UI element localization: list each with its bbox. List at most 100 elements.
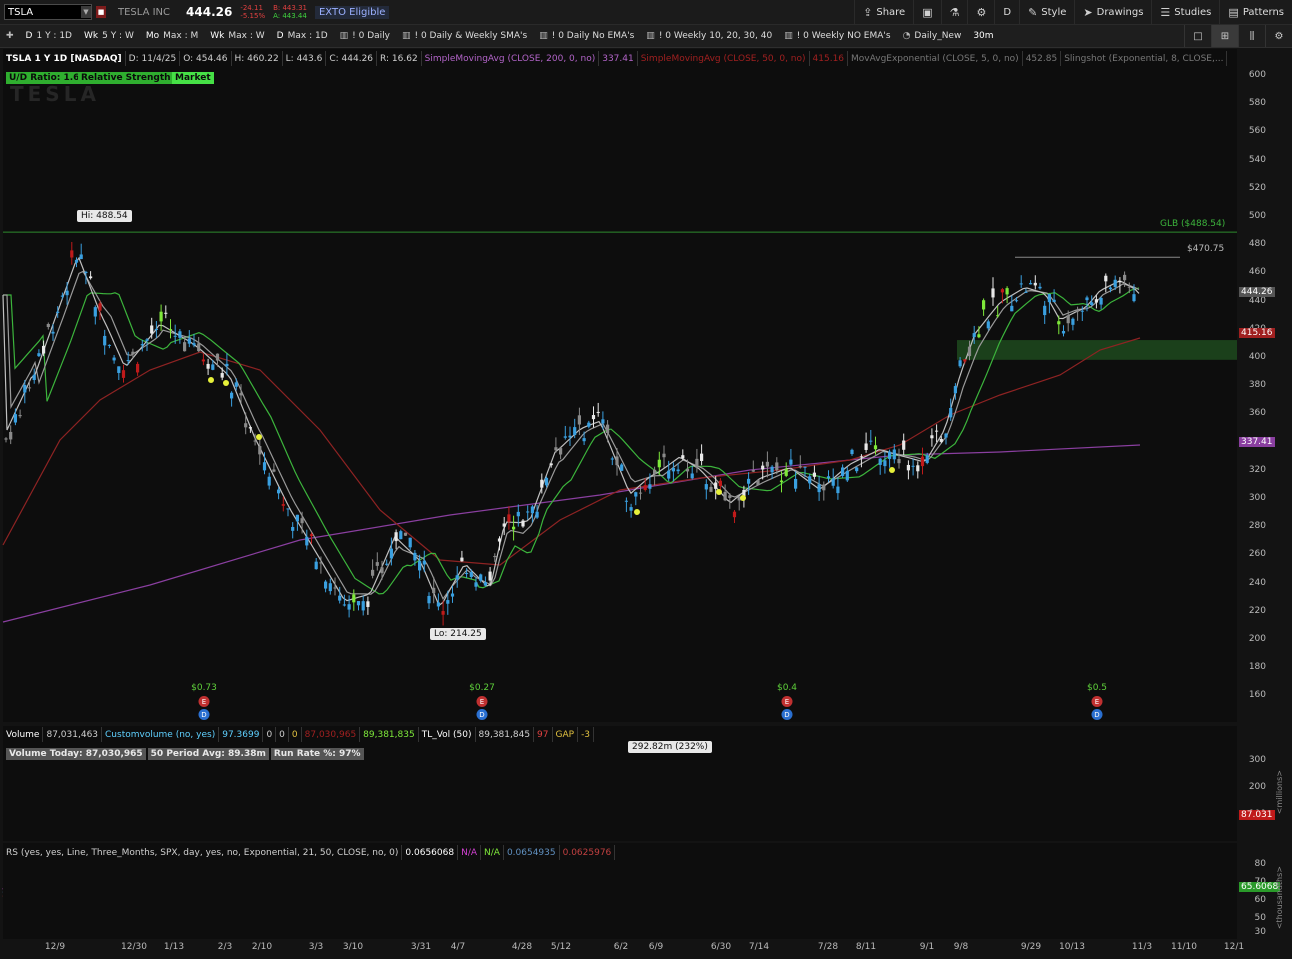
candle-body [634,492,638,497]
candle-body [747,478,751,484]
volume-pane[interactable] [3,726,1237,841]
candle-body [732,511,737,518]
candle-body [93,307,97,317]
price-axis-label: 280 [1248,521,1266,532]
candle-body [446,600,450,604]
candle-body [89,276,93,279]
candle-body [714,482,718,489]
price-axis-label: 440 [1248,295,1266,306]
candle-body [1118,280,1122,283]
candle-body [342,604,346,606]
time-axis-label: 4/7 [450,942,466,952]
price-axis-label: 580 [1248,98,1266,109]
candle-body [150,325,154,334]
candle-body [676,469,680,472]
earnings-icon[interactable]: E [476,696,488,707]
dividend-icon[interactable]: D [781,709,793,720]
candle-body [465,573,469,575]
rs-axis-label: 30 [1254,927,1266,937]
candle-body [982,300,986,310]
earnings-icon[interactable]: E [1091,696,1103,707]
rs-axis-label: 80 [1254,859,1266,869]
candle-body [794,478,798,489]
candle-body [413,552,417,561]
candle-body [356,601,361,606]
candle-body [1014,300,1019,302]
rs-axis-label: 50 [1254,913,1266,923]
candle-body [42,345,46,354]
candle-body [1057,321,1061,325]
candle-body [883,460,887,467]
candle-body [324,581,328,589]
candle-body [126,360,130,362]
candle-body [888,451,892,459]
candle-body [1024,291,1028,293]
candle-body [244,423,248,428]
candle-body [596,411,600,413]
candle-body [328,583,332,592]
candle-body [700,453,704,461]
dividend-label: $0.73 [191,683,217,693]
gap-label: GAP [553,727,579,742]
dividend-icon[interactable]: D [1091,709,1103,720]
candle-body [718,480,722,486]
volume-unit: <millions> [1275,770,1284,815]
candle-body [587,422,591,427]
volume-peak-callout: 292.82m (232%) [628,741,712,753]
candle-body [977,334,981,338]
signal-dot [256,434,262,440]
candle-body [563,436,567,438]
dividend-icon[interactable]: D [198,709,210,720]
candle-body [178,331,182,338]
candle-body [366,601,370,607]
candle-body [958,360,962,367]
gap-value: -3 [578,727,595,742]
candle-body [136,363,140,373]
candle-body [544,477,549,486]
candle-body [916,465,920,472]
candle-body [939,438,943,442]
candle-body [291,526,295,531]
candle-body [798,466,802,468]
candle-body [1038,286,1042,289]
candle-body [770,466,774,473]
earnings-icon[interactable]: E [781,696,793,707]
candle-body [1029,283,1033,285]
candle-body [117,366,121,373]
candle-body [902,440,906,450]
candle-body [963,359,967,362]
rs-label: RS (yes, yes, Line, Three_Months, SPX, d… [3,845,403,860]
candle-body [98,303,102,311]
earnings-icon[interactable]: E [198,696,210,707]
candle-body [70,250,74,258]
candle-body [953,386,957,394]
candle-body [540,479,544,488]
candle-body [394,532,398,542]
candle-body [624,500,628,502]
ema5-line [2,256,1140,607]
price-axis-label: 400 [1248,352,1266,362]
candle-body [418,561,422,571]
candle-body [826,476,831,479]
dividend-icon[interactable]: D [476,709,488,720]
candle-body [441,611,445,615]
volume-run-rate: Run Rate %: 97% [270,748,364,760]
candle-body [906,464,910,471]
candle-body [408,537,412,548]
volume-avg: 50 Period Avg: 89.38m [147,748,269,760]
candle-body [403,532,408,536]
candle-body [573,427,577,436]
candle-body [512,526,516,530]
signal-dot [716,489,722,495]
low-callout: Lo: 214.25 [430,628,486,640]
candle-body [234,382,238,387]
candle-body [775,462,779,471]
candle-body [84,271,88,274]
candle-body [131,351,135,355]
candle-body [859,456,863,458]
candle-body [662,453,666,458]
time-axis-label: 6/9 [648,942,664,952]
rs-ema-value: 0.0654935 [504,845,560,860]
candle-body [183,342,187,352]
signal-dot [740,495,746,501]
